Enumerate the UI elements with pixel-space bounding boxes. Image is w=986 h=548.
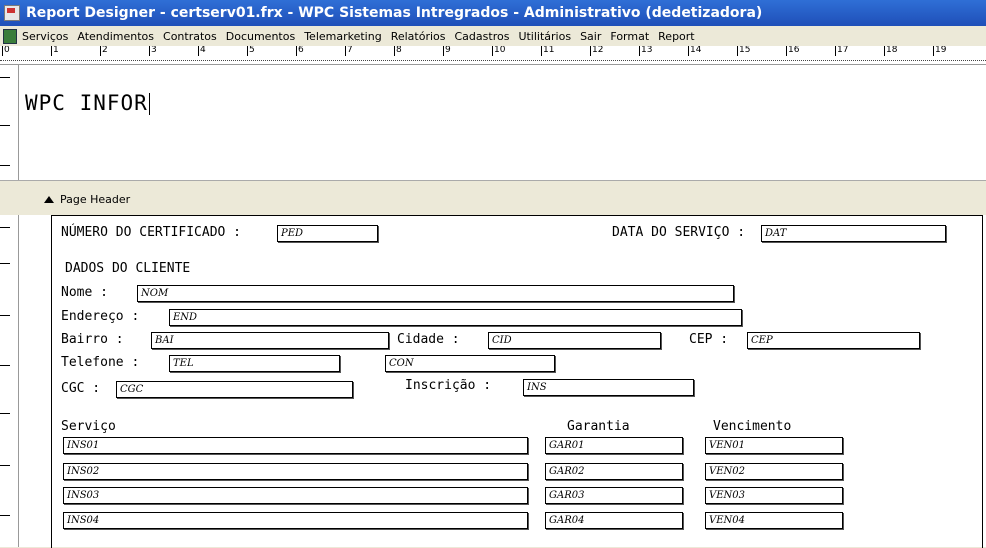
horizontal-ruler: 0 1 2 3 4 5 6 7 8 9 10 11 12 13 14 15 16… (0, 46, 986, 65)
inscricao-field[interactable]: INS (523, 379, 694, 396)
app-icon[interactable] (4, 5, 20, 21)
vencimento-field[interactable]: VEN02 (705, 463, 843, 480)
cgc-label: CGC : (61, 381, 101, 396)
cidade-field[interactable]: CID (488, 332, 661, 349)
menu-sair[interactable]: Sair (580, 30, 601, 43)
numero-certificado-field[interactable]: PED (277, 225, 378, 242)
vencimento-field[interactable]: VEN01 (705, 437, 843, 454)
title-text-object[interactable]: WPC INFOR (25, 91, 150, 115)
garantia-column-header: Garantia (567, 419, 630, 434)
menu-atendimentos[interactable]: Atendimentos (77, 30, 154, 43)
servico-column-header: Serviço (61, 419, 116, 434)
inscricao-label: Inscrição : (405, 378, 492, 393)
telefone-label: Telefone : (61, 355, 140, 370)
garantia-field[interactable]: GAR01 (545, 437, 683, 454)
vertical-ruler-page-header (0, 215, 19, 547)
servico-field[interactable]: INS03 (63, 487, 528, 504)
cgc-field[interactable]: CGC (116, 381, 353, 398)
text-cursor (148, 93, 150, 115)
title-band[interactable]: WPC INFOR (19, 65, 986, 180)
endereco-field[interactable]: END (169, 309, 742, 326)
menu-format[interactable]: Format (610, 30, 649, 43)
title-bar[interactable]: Report Designer - certserv01.frx - WPC S… (0, 0, 986, 26)
garantia-field[interactable]: GAR02 (545, 463, 683, 480)
menu-telemarketing[interactable]: Telemarketing (304, 30, 382, 43)
data-servico-field[interactable]: DAT (761, 225, 946, 242)
menu-report[interactable]: Report (658, 30, 694, 43)
window-title: Report Designer - certserv01.frx - WPC S… (26, 5, 763, 21)
menu-cadastros[interactable]: Cadastros (455, 30, 510, 43)
cidade-label: Cidade : (397, 332, 460, 347)
cep-field[interactable]: CEP (747, 332, 920, 349)
servico-field[interactable]: INS02 (63, 463, 528, 480)
garantia-field[interactable]: GAR03 (545, 487, 683, 504)
cep-label: CEP : (689, 332, 729, 347)
bairro-label: Bairro : (61, 332, 124, 347)
document-icon[interactable] (3, 28, 17, 44)
data-servico-label: DATA DO SERVIÇO : (612, 225, 746, 240)
dados-cliente-heading: DADOS DO CLIENTE (65, 261, 191, 276)
nome-field[interactable]: NOM (137, 285, 734, 302)
servico-field[interactable]: INS04 (63, 512, 528, 529)
nome-label: Nome : (61, 285, 108, 300)
vencimento-field[interactable]: VEN04 (705, 512, 843, 529)
menu-bar: Serviços Atendimentos Contratos Document… (0, 26, 986, 46)
numero-certificado-label: NÚMERO DO CERTIFICADO : (61, 225, 242, 240)
endereco-label: Endereço : (61, 309, 140, 324)
menu-documentos[interactable]: Documentos (226, 30, 295, 43)
menu-relatorios[interactable]: Relatórios (391, 30, 446, 43)
con-field[interactable]: CON (385, 355, 555, 372)
vertical-ruler (0, 65, 19, 180)
vencimento-column-header: Vencimento (713, 419, 792, 434)
page-header-band[interactable]: NÚMERO DO CERTIFICADO : PED DATA DO SERV… (19, 215, 986, 548)
menu-servicos[interactable]: Serviços (22, 30, 68, 43)
bairro-field[interactable]: BAI (151, 332, 389, 349)
triangle-up-icon (44, 196, 54, 203)
band-label: Page Header (60, 193, 131, 206)
telefone-field[interactable]: TEL (169, 355, 340, 372)
vencimento-field[interactable]: VEN03 (705, 487, 843, 504)
menu-utilitarios[interactable]: Utilitários (518, 30, 571, 43)
menu-contratos[interactable]: Contratos (163, 30, 217, 43)
band-separator[interactable]: Page Header (0, 180, 986, 216)
servico-field[interactable]: INS01 (63, 437, 528, 454)
garantia-field[interactable]: GAR04 (545, 512, 683, 529)
